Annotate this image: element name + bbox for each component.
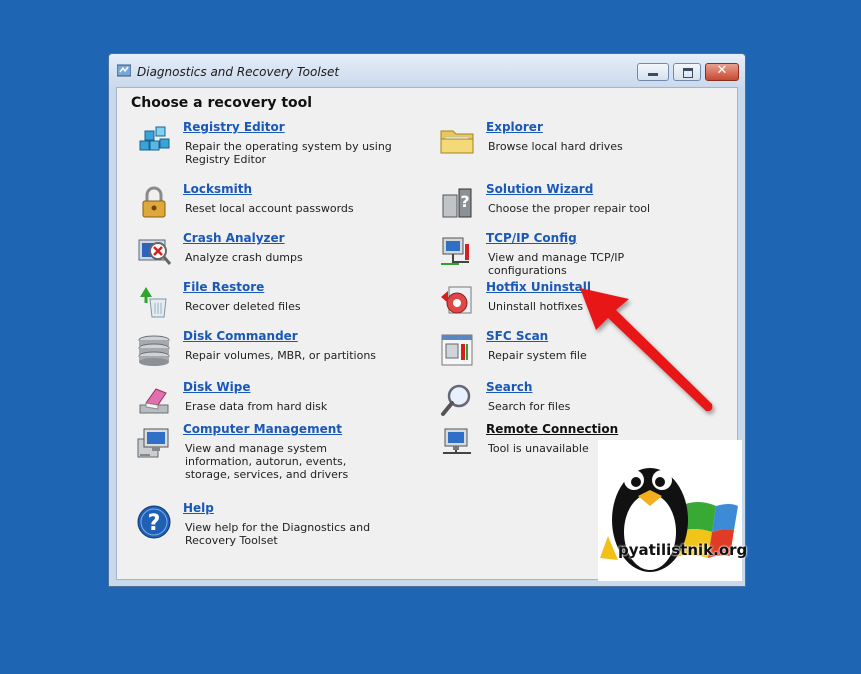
sfc-scan-desc: Repair system file — [488, 349, 587, 362]
registry-cubes-icon — [139, 126, 170, 151]
watermark-text: pyatilistnik.org — [618, 541, 748, 559]
remote-connection-icon — [443, 428, 471, 454]
eraser-icon — [139, 388, 169, 414]
penguin-logo-icon — [598, 440, 742, 581]
disk-commander-link[interactable]: Disk Commander — [183, 329, 298, 343]
watermark-logo: pyatilistnik.org — [598, 440, 747, 581]
search-link[interactable]: Search — [486, 380, 532, 394]
window-title: Diagnostics and Recovery Toolset — [137, 65, 340, 79]
crash-analyzer-link[interactable]: Crash Analyzer — [183, 231, 285, 245]
maximize-button[interactable] — [673, 63, 701, 81]
search-desc: Search for files — [488, 400, 571, 413]
solution-wizard-desc: Choose the proper repair tool — [488, 202, 651, 215]
disk-stack-icon — [138, 335, 170, 366]
close-icon: ✕ — [716, 63, 728, 78]
svg-text:?: ? — [460, 192, 469, 211]
file-restore-desc: Recover deleted files — [185, 300, 301, 313]
remote-connection-label: Remote Connection — [486, 422, 619, 436]
tcp-ip-config-desc: View and manage TCP/IP configurations — [488, 251, 625, 277]
computer-management-icon — [137, 428, 169, 458]
disk-commander-desc: Repair volumes, MBR, or partitions — [185, 349, 377, 362]
disk-wipe-desc: Erase data from hard disk — [185, 400, 328, 413]
minimize-button[interactable] — [637, 63, 669, 81]
crash-analyzer-desc: Analyze crash dumps — [185, 251, 303, 264]
close-button[interactable]: ✕ — [705, 63, 739, 81]
tcp-ip-config-link[interactable]: TCP/IP Config — [486, 231, 577, 245]
svg-text:?: ? — [148, 511, 161, 536]
disk-wipe-link[interactable]: Disk Wipe — [183, 380, 250, 394]
magnifier-icon — [441, 384, 471, 416]
help-icon: ? — [137, 505, 171, 539]
recycle-bin-icon — [140, 287, 167, 318]
network-config-icon — [441, 237, 469, 265]
help-link[interactable]: Help — [183, 501, 214, 515]
locksmith-link[interactable]: Locksmith — [183, 182, 252, 196]
file-restore-link[interactable]: File Restore — [183, 280, 264, 294]
solution-wizard-link[interactable]: Solution Wizard — [486, 182, 593, 196]
sfc-scan-link[interactable]: SFC Scan — [486, 329, 548, 343]
page-title: Choose a recovery tool — [131, 95, 313, 111]
computer-management-desc: View and manage system information, auto… — [185, 442, 349, 481]
registry-editor-desc: Repair the operating system by using Reg… — [185, 140, 392, 166]
help-desc: View help for the Diagnostics and Recove… — [185, 521, 371, 547]
computer-management-link[interactable]: Computer Management — [183, 422, 342, 436]
padlock-icon — [142, 186, 166, 218]
locksmith-desc: Reset local account passwords — [185, 202, 354, 215]
title-bar[interactable]: Diagnostics and Recovery Toolset ✕ — [109, 54, 745, 88]
hotfix-uninstall-link[interactable]: Hotfix Uninstall — [486, 280, 591, 294]
sfc-scan-icon — [441, 334, 473, 366]
folder-icon — [440, 130, 474, 154]
explorer-link[interactable]: Explorer — [486, 120, 543, 134]
crash-analyzer-icon — [138, 239, 172, 265]
wizard-icon: ? — [442, 188, 472, 218]
hotfix-uninstall-desc: Uninstall hotfixes — [488, 300, 584, 313]
registry-editor-link[interactable]: Registry Editor — [183, 120, 285, 134]
explorer-desc: Browse local hard drives — [488, 140, 623, 153]
app-icon — [117, 64, 131, 77]
hotfix-uninstall-icon — [441, 286, 472, 314]
